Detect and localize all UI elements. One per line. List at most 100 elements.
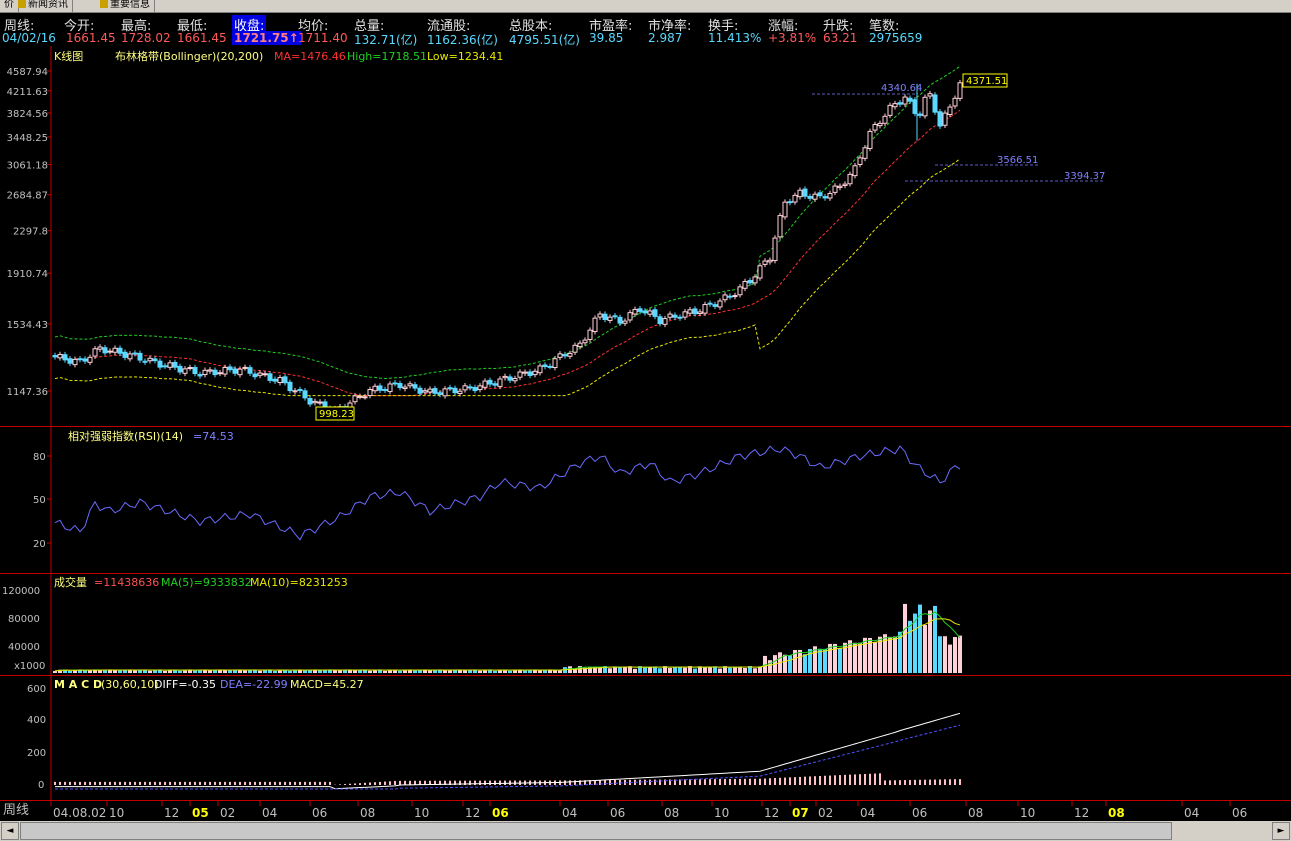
candle-body	[117, 347, 123, 354]
candle-body	[242, 366, 248, 369]
volume-bar	[558, 670, 562, 673]
kline-y-tick: 1147.36	[7, 387, 48, 398]
candle-body	[632, 308, 638, 315]
candle-body	[462, 385, 468, 391]
candle-body	[767, 259, 773, 263]
candle-body	[607, 316, 613, 321]
candle-body	[432, 388, 438, 394]
candle-body	[652, 309, 658, 317]
volume-bar	[163, 670, 167, 673]
candle-body	[292, 390, 298, 393]
candle-body	[252, 373, 258, 378]
candle-body	[552, 358, 558, 369]
candle-body	[262, 373, 268, 376]
volume-bar	[848, 640, 852, 673]
x-tick-label: 06	[912, 806, 927, 820]
volume-tick-80000: 80000	[8, 614, 40, 625]
candle-body	[662, 318, 668, 325]
x-tick-label: 04.08.02	[53, 806, 106, 820]
annotation-998: 998.23	[319, 409, 354, 420]
kline-y-tick: 3448.25	[7, 133, 48, 144]
volume-bar	[648, 666, 652, 673]
value-period: 04/02/16	[2, 31, 56, 45]
candle-body	[202, 369, 208, 376]
candle-body	[907, 97, 913, 102]
candle-body	[897, 102, 903, 105]
candle-body	[307, 398, 313, 405]
volume-bar	[718, 668, 722, 673]
candle-body	[447, 387, 453, 390]
x-tick-label: 02	[818, 806, 833, 820]
volume-bar	[703, 667, 707, 673]
macd-tick-200: 200	[27, 748, 46, 759]
stock-chart[interactable]: K线图 布林格带(Bollinger)(20,200) MA=1476.46 H…	[0, 46, 1291, 821]
candle-body	[492, 383, 498, 386]
candle-body	[277, 377, 283, 384]
volume-bar	[888, 636, 892, 673]
macd-tick-600: 600	[27, 684, 46, 695]
x-tick-label: 08	[968, 806, 983, 820]
volume-bar	[208, 670, 212, 673]
candle-body	[227, 366, 233, 371]
value-trades: 2975659	[869, 31, 923, 45]
x-tick-label: 12	[1074, 806, 1089, 820]
value-pb: 2.987	[648, 31, 683, 45]
annotation-4340: 4340.64	[881, 83, 922, 94]
bollinger-bands	[54, 65, 961, 397]
scroll-thumb[interactable]	[20, 822, 1172, 840]
volume-bar	[398, 670, 402, 673]
volume-ma10: MA(10)=8231253	[250, 576, 348, 589]
candle-body	[372, 385, 378, 392]
candle-body	[422, 390, 428, 393]
volume-bar	[428, 670, 432, 673]
candle-body	[927, 93, 933, 97]
high-label: High=1718.51	[347, 50, 427, 63]
volume-bar	[68, 670, 72, 673]
candle-body	[287, 381, 293, 392]
horizontal-scrollbar[interactable]: ◄ ►	[0, 821, 1291, 841]
tab-news[interactable]: 新闻资讯	[14, 0, 73, 12]
tab-important-info[interactable]: 重要信息	[96, 0, 155, 12]
candle-body	[62, 354, 68, 361]
x-tick-label: 12	[465, 806, 480, 820]
candle-body	[167, 362, 173, 368]
volume-bar	[743, 667, 747, 673]
candle-body	[102, 347, 108, 354]
candle-body	[97, 346, 103, 350]
candle-body	[187, 367, 193, 370]
candle-body	[92, 348, 98, 357]
volume-bar	[683, 667, 687, 673]
volume-bar	[818, 648, 822, 673]
candle-body	[192, 367, 198, 375]
x-tick-label: 06	[312, 806, 327, 820]
volume-bar	[478, 670, 482, 673]
candle-body	[622, 320, 628, 324]
candle-body	[892, 103, 898, 108]
volume-bar	[923, 625, 927, 673]
x-tick-label: 10	[714, 806, 729, 820]
volume-bar	[353, 670, 357, 673]
volume-bar	[643, 667, 647, 673]
candle-body	[787, 201, 793, 204]
scroll-right-button[interactable]: ►	[1272, 822, 1290, 840]
volume-bar	[288, 670, 292, 673]
scroll-left-button[interactable]: ◄	[1, 822, 19, 840]
candle-body	[817, 192, 823, 197]
volume-bar	[448, 670, 452, 673]
value-open: 1661.45	[66, 31, 116, 45]
candle-body	[357, 395, 363, 398]
candle-body	[587, 329, 593, 340]
candle-body	[142, 360, 148, 363]
volume-bar	[838, 648, 842, 673]
kline-title: K线图	[54, 49, 83, 63]
candle-body	[272, 378, 278, 382]
volume-bar	[333, 670, 337, 673]
candle-body	[297, 388, 303, 391]
candle-body	[207, 369, 213, 372]
candle-body	[487, 379, 493, 385]
period-label: 周线	[3, 803, 29, 818]
candle-body	[672, 314, 678, 318]
x-tick-label: 05	[192, 806, 209, 820]
kline-y-tick: 1534.43	[7, 320, 48, 331]
macd-title: M A C D	[54, 678, 102, 691]
